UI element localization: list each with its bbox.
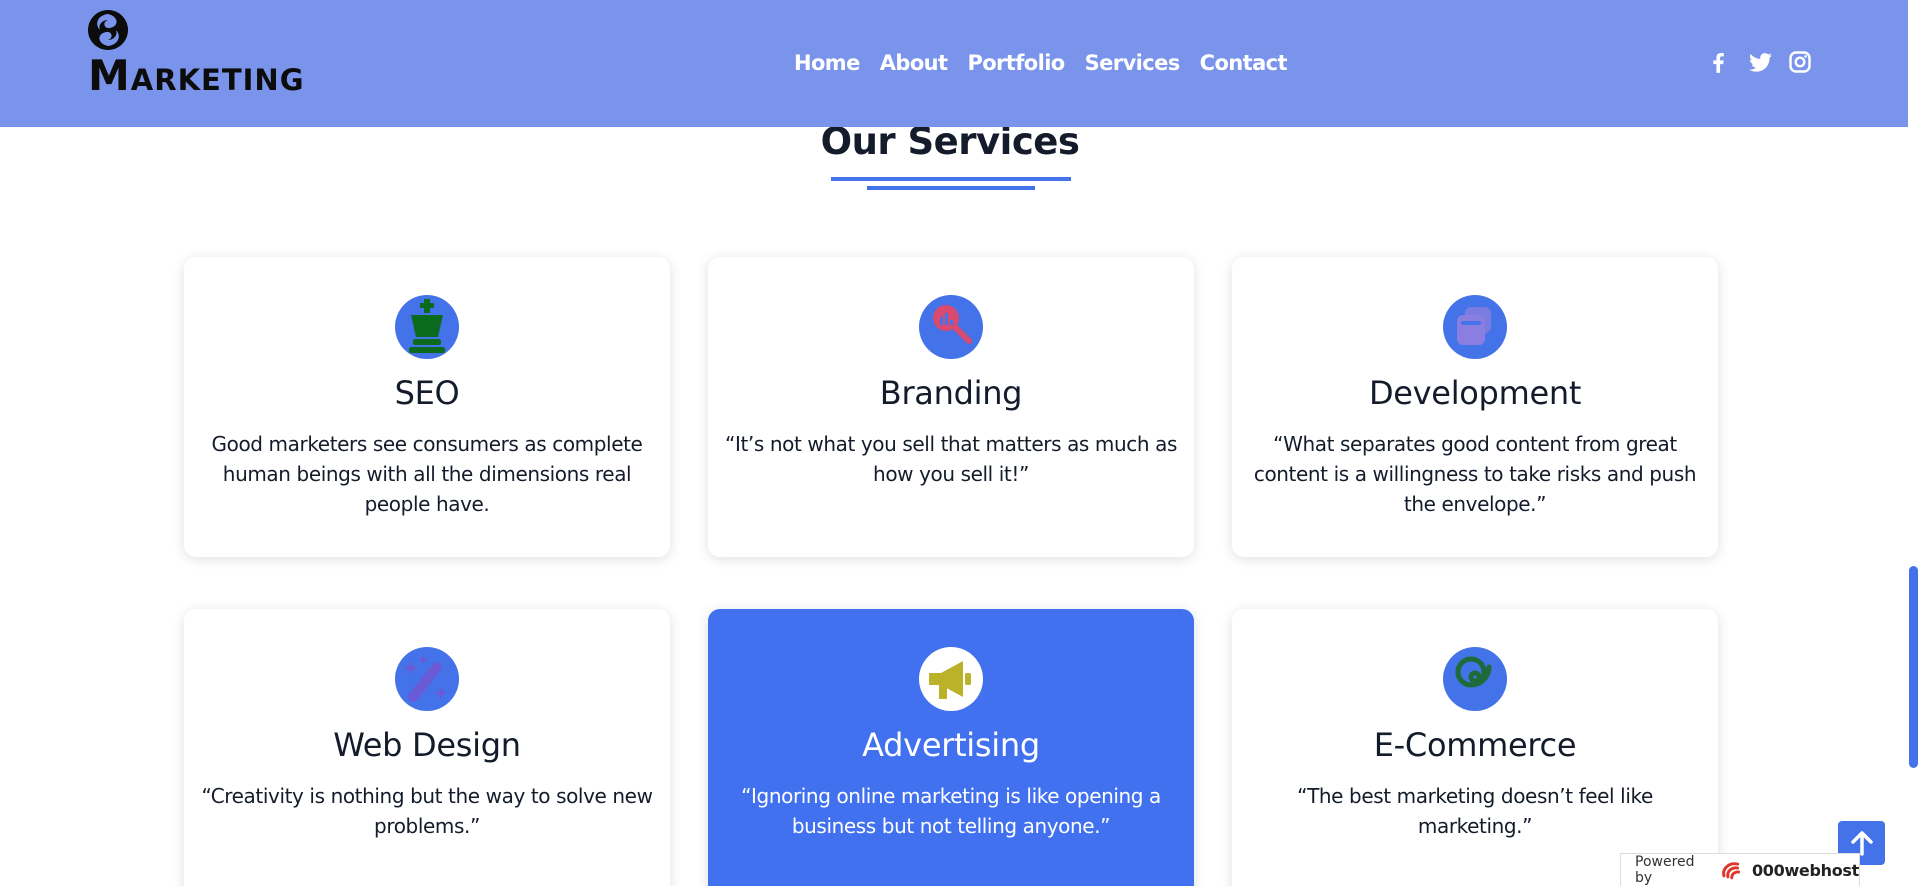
title-underline-short xyxy=(867,186,1035,190)
nav-home[interactable]: Home xyxy=(794,48,860,78)
facebook-icon[interactable] xyxy=(1706,50,1731,75)
nav-contact[interactable]: Contact xyxy=(1200,48,1288,78)
service-card-advertising[interactable]: Advertising “Ignoring online marketing i… xyxy=(708,609,1194,886)
magnifier-chart-icon xyxy=(919,295,983,359)
spiral-icon xyxy=(1443,647,1507,711)
service-title: Advertising xyxy=(862,726,1040,764)
twitter-icon[interactable] xyxy=(1747,50,1772,75)
powered-by-label: Powered by xyxy=(1635,854,1695,886)
powered-by-badge[interactable]: Powered by 000webhost xyxy=(1620,853,1860,886)
powered-by-brand: 000webhost xyxy=(1751,860,1859,880)
service-card-branding[interactable]: Branding “It’s not what you sell that ma… xyxy=(708,257,1194,557)
nav-portfolio[interactable]: Portfolio xyxy=(967,48,1065,78)
magic-wand-icon xyxy=(395,647,459,711)
brand-name[interactable]: Marketing xyxy=(88,48,305,104)
service-description: “What separates good content from great … xyxy=(1253,432,1697,516)
service-description: “It’s not what you sell that matters as … xyxy=(725,432,1177,486)
service-title: Development xyxy=(1368,374,1582,412)
service-title: Web Design xyxy=(333,726,521,764)
service-description: “The best marketing doesn’t feel like ma… xyxy=(1297,784,1653,838)
service-card-web-design[interactable]: Web Design “Creativity is nothing but th… xyxy=(184,609,670,886)
megaphone-icon xyxy=(919,647,983,711)
windows-icon xyxy=(1443,295,1507,359)
title-underline xyxy=(831,177,1071,181)
site-header: Marketing Home About Portfolio Services … xyxy=(0,0,1908,127)
service-description: “Ignoring online marketing is like openi… xyxy=(741,784,1161,838)
service-description: Good marketers see consumers as complete… xyxy=(211,432,643,516)
service-card-seo[interactable]: SEO Good marketers see consumers as comp… xyxy=(184,257,670,557)
service-title: SEO xyxy=(394,374,460,412)
service-title: Branding xyxy=(879,374,1023,412)
scrollbar-thumb[interactable] xyxy=(1909,566,1918,768)
service-card-development[interactable]: Development “What separates good content… xyxy=(1232,257,1718,557)
service-description: “Creativity is nothing but the way to so… xyxy=(201,784,653,838)
main-nav: Home About Portfolio Services Contact xyxy=(794,48,1288,78)
logo-icon[interactable] xyxy=(88,10,128,50)
chess-king-icon xyxy=(395,295,459,359)
nav-services[interactable]: Services xyxy=(1085,48,1181,78)
nav-about[interactable]: About xyxy=(880,48,948,78)
webhost-logo-icon xyxy=(1722,862,1741,880)
service-title: E-Commerce xyxy=(1373,726,1577,764)
social-links xyxy=(1706,50,1813,75)
service-card-ecommerce[interactable]: E-Commerce “The best marketing doesn’t f… xyxy=(1232,609,1718,886)
instagram-icon[interactable] xyxy=(1788,50,1813,75)
